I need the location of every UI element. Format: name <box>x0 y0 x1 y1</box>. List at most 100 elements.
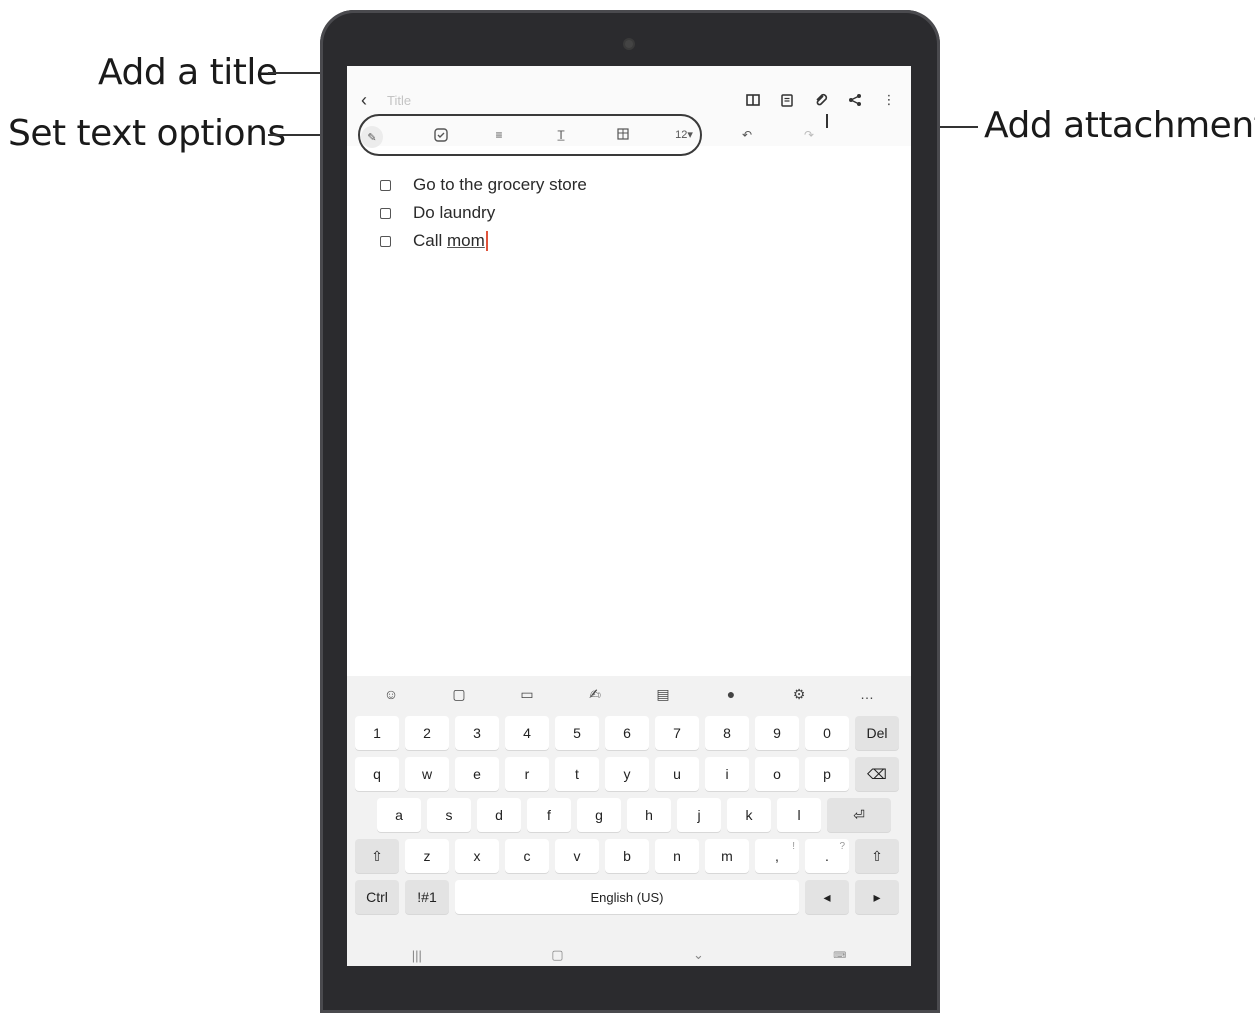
checklist-item-text: Go to the grocery store <box>413 175 587 194</box>
key[interactable]: o <box>755 757 799 791</box>
ctrl-key[interactable]: Ctrl <box>355 880 399 914</box>
key[interactable]: 6 <box>605 716 649 750</box>
keyboard-keys: 1 2 3 4 5 6 7 8 9 0 Del q w e r t y u i … <box>355 716 903 921</box>
backspace-icon[interactable]: ⌫ <box>855 757 899 791</box>
arrow-right-icon[interactable]: ▸ <box>855 880 899 914</box>
system-nav-bar: ||| ▢ ⌄ ⌨ <box>347 944 911 966</box>
key[interactable]: s <box>427 798 471 832</box>
screen: ‹ Title ⋮ ✎ ≡ T̲ 12▾ ↶ ↷ Go to the groce… <box>347 66 911 966</box>
hide-keyboard-icon[interactable]: ⌄ <box>693 947 704 963</box>
key[interactable]: 7 <box>655 716 699 750</box>
sticker-icon[interactable]: ▢ <box>444 686 474 703</box>
camera-icon <box>625 40 633 48</box>
key[interactable]: e <box>455 757 499 791</box>
keyboard-switch-icon[interactable]: ⌨ <box>833 950 846 961</box>
key[interactable]: f <box>527 798 571 832</box>
emoji-icon[interactable]: ☺ <box>376 686 406 702</box>
note-body[interactable]: Go to the grocery store Do laundry Call … <box>380 171 587 255</box>
mic-icon[interactable]: ● <box>716 686 746 702</box>
period-key[interactable]: .? <box>805 839 849 873</box>
key[interactable]: t <box>555 757 599 791</box>
title-input[interactable]: Title <box>387 93 411 108</box>
bottom-row: Ctrl !#1 English (US) ◂ ▸ <box>355 880 903 914</box>
checkbox[interactable] <box>380 235 391 247</box>
redo-icon[interactable]: ↷ <box>797 128 821 142</box>
recents-icon[interactable]: ||| <box>412 948 422 963</box>
key[interactable]: u <box>655 757 699 791</box>
clipboard-icon[interactable]: ▤ <box>648 686 678 703</box>
comma-key[interactable]: ,! <box>755 839 799 873</box>
checklist-item-word: mom <box>447 231 485 250</box>
callout-add-title: Add a title <box>98 52 278 93</box>
key[interactable]: 0 <box>805 716 849 750</box>
undo-icon[interactable]: ↶ <box>735 128 759 142</box>
top-icons: ⋮ <box>745 92 897 108</box>
key[interactable]: q <box>355 757 399 791</box>
callout-pointer-attachment <box>826 114 828 128</box>
handwriting-icon[interactable]: ✍ <box>580 686 610 703</box>
checkbox[interactable] <box>380 179 391 191</box>
home-icon[interactable]: ▢ <box>551 947 563 963</box>
checklist-item-text: Do laundry <box>413 203 496 222</box>
number-row: 1 2 3 4 5 6 7 8 9 0 Del <box>355 716 903 750</box>
page-icon[interactable] <box>779 92 795 108</box>
callout-set-text-options: Set text options <box>8 113 286 154</box>
key[interactable]: 8 <box>705 716 749 750</box>
key-alt-label: ? <box>839 841 845 852</box>
key-alt-label: ! <box>792 841 795 852</box>
key[interactable]: j <box>677 798 721 832</box>
key[interactable]: x <box>455 839 499 873</box>
key[interactable]: 5 <box>555 716 599 750</box>
share-icon[interactable] <box>847 92 863 108</box>
checklist-item[interactable]: Go to the grocery store <box>380 171 587 199</box>
space-key[interactable]: English (US) <box>455 880 799 914</box>
key[interactable]: p <box>805 757 849 791</box>
keyboard-toolbar: ☺ ▢ ▭ ✍ ▤ ● ⚙ … <box>347 676 911 712</box>
checklist-item[interactable]: Call mom <box>380 227 587 255</box>
text-cursor <box>485 231 488 251</box>
key[interactable]: z <box>405 839 449 873</box>
letter-row-3: ⇧ z x c v b n m ,! .? ⇧ <box>355 839 903 873</box>
tablet-device: ‹ Title ⋮ ✎ ≡ T̲ 12▾ ↶ ↷ Go to the groce… <box>320 10 940 1013</box>
key[interactable]: w <box>405 757 449 791</box>
chevron-left-icon[interactable]: ‹ <box>361 90 367 111</box>
key[interactable]: i <box>705 757 749 791</box>
key[interactable]: l <box>777 798 821 832</box>
shift-icon[interactable]: ⇧ <box>855 839 899 873</box>
key[interactable]: v <box>555 839 599 873</box>
settings-icon[interactable]: ⚙ <box>784 686 814 703</box>
key-label: . <box>825 848 829 864</box>
checklist-item[interactable]: Do laundry <box>380 199 587 227</box>
checkbox[interactable] <box>380 207 391 219</box>
key[interactable]: r <box>505 757 549 791</box>
delete-key[interactable]: Del <box>855 716 899 750</box>
callout-add-attachment: Add attachment <box>984 105 1255 146</box>
key[interactable]: 2 <box>405 716 449 750</box>
key[interactable]: y <box>605 757 649 791</box>
arrow-left-icon[interactable]: ◂ <box>805 880 849 914</box>
shift-icon[interactable]: ⇧ <box>355 839 399 873</box>
key[interactable]: k <box>727 798 771 832</box>
key[interactable]: n <box>655 839 699 873</box>
more-vert-icon[interactable]: ⋮ <box>881 92 897 108</box>
keyboard: ☺ ▢ ▭ ✍ ▤ ● ⚙ … 1 2 3 4 5 6 7 8 9 0 Del … <box>347 676 911 966</box>
more-icon[interactable]: … <box>852 686 882 702</box>
letter-row-2: a s d f g h j k l ⏎ <box>355 798 903 832</box>
key[interactable]: b <box>605 839 649 873</box>
symbols-key[interactable]: !#1 <box>405 880 449 914</box>
book-icon[interactable] <box>745 92 761 108</box>
key[interactable]: h <box>627 798 671 832</box>
key[interactable]: m <box>705 839 749 873</box>
gif-icon[interactable]: ▭ <box>512 686 542 703</box>
key[interactable]: 1 <box>355 716 399 750</box>
key[interactable]: 4 <box>505 716 549 750</box>
enter-icon[interactable]: ⏎ <box>827 798 891 832</box>
key[interactable]: d <box>477 798 521 832</box>
key[interactable]: 3 <box>455 716 499 750</box>
key[interactable]: a <box>377 798 421 832</box>
text-options-highlight <box>358 114 702 156</box>
key[interactable]: 9 <box>755 716 799 750</box>
key[interactable]: g <box>577 798 621 832</box>
paperclip-icon[interactable] <box>813 92 829 108</box>
key[interactable]: c <box>505 839 549 873</box>
